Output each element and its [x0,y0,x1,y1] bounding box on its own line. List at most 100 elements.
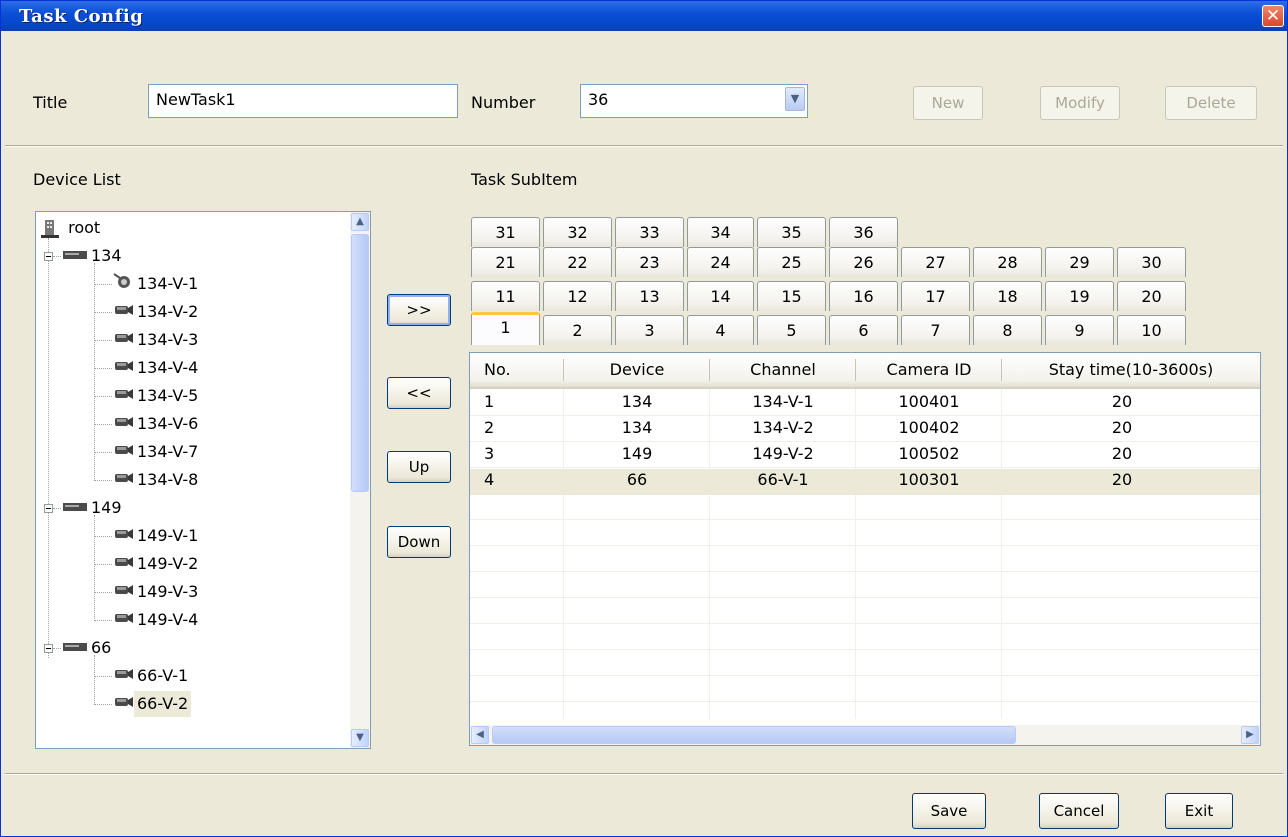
dropdown-arrow-icon[interactable]: ▼ [785,87,805,111]
tab-7[interactable]: 7 [901,315,970,345]
tab-4[interactable]: 4 [687,315,754,345]
tab-34[interactable]: 34 [687,217,754,247]
tree-channel-node[interactable]: 134-V-2 [112,299,201,325]
table-row[interactable]: 1 134 134-V-1 100401 20 [470,391,1260,417]
collapse-toggle-icon[interactable] [44,252,53,261]
table-cell: 134 [621,392,653,411]
tree-channel-node[interactable]: 134-V-5 [112,383,201,409]
tab-29[interactable]: 29 [1045,247,1114,277]
tree-channel-node[interactable]: 134-V-1 [112,271,201,297]
column-header[interactable]: Camera ID [856,353,1002,387]
tab-19[interactable]: 19 [1045,281,1114,311]
tab-27[interactable]: 27 [901,247,970,277]
cancel-button[interactable]: Cancel [1039,793,1119,829]
close-button[interactable]: ✕ [1262,5,1284,27]
column-header[interactable]: Stay time(10-3600s) [1002,353,1260,387]
tab-1[interactable]: 1 [471,312,540,345]
tree-root[interactable]: root [40,215,103,241]
tab-24[interactable]: 24 [687,247,754,277]
down-button[interactable]: Down [387,526,451,558]
column-header[interactable]: Device [564,353,710,387]
tab-18[interactable]: 18 [973,281,1042,311]
device-tree[interactable]: root 134 134-V-1 134-V-2 134-V-3 134-V-4 134-… [35,211,371,749]
column-divider[interactable] [1001,359,1002,381]
tree-channel-node[interactable]: 149-V-2 [112,551,201,577]
tab-3[interactable]: 3 [615,315,684,345]
tab-33[interactable]: 33 [615,217,684,247]
tab-8[interactable]: 8 [973,315,1042,345]
scroll-thumb[interactable] [351,234,369,492]
add-button[interactable]: >> [387,294,451,326]
tab-9[interactable]: 9 [1045,315,1114,345]
column-divider[interactable] [709,359,710,381]
tab-26[interactable]: 26 [829,247,898,277]
save-button[interactable]: Save [912,793,986,829]
column-divider[interactable] [563,359,564,381]
tree-channel-node[interactable]: 66-V-1 [112,663,191,689]
tab-32[interactable]: 32 [543,217,612,247]
tree-connector [94,284,112,285]
collapse-toggle-icon[interactable] [44,504,53,513]
tree-device-node[interactable]: 66 [62,635,114,661]
table-horizontal-scrollbar[interactable]: ◀ ▶ [470,725,1260,745]
table-cell: 20 [1111,418,1133,437]
tab-2[interactable]: 2 [543,315,612,345]
up-button[interactable]: Up [387,451,451,483]
scroll-up-icon[interactable]: ▲ [351,213,369,231]
title-input[interactable]: NewTask1 [148,84,458,118]
table-row[interactable]: 3 149 149-V-2 100502 20 [470,443,1260,469]
tree-channel-node[interactable]: 134-V-7 [112,439,201,465]
tree-channel-node[interactable]: 134-V-4 [112,355,201,381]
number-select[interactable]: 36 ▼ [580,84,808,118]
tab-25[interactable]: 25 [757,247,826,277]
tree-device-label: 66 [91,638,112,657]
tree-vertical-scrollbar[interactable]: ▲ ▼ [350,212,370,748]
dvr-icon [62,636,88,662]
tab-21[interactable]: 21 [471,247,540,277]
table-row[interactable]: 2 134 134-V-2 100402 20 [470,417,1260,443]
tab-5[interactable]: 5 [757,315,826,345]
tab-31[interactable]: 31 [471,217,540,247]
task-subitem-label: Task SubItem [471,170,578,189]
remove-button[interactable]: << [387,377,451,409]
scroll-down-icon[interactable]: ▼ [351,729,369,747]
tree-channel-node[interactable]: 149-V-1 [112,523,201,549]
tab-15[interactable]: 15 [757,281,826,311]
delete-button[interactable]: Delete [1165,86,1257,120]
tab-36[interactable]: 36 [829,217,898,247]
column-divider[interactable] [855,359,856,381]
table-row[interactable]: 4 66 66-V-1 100301 20 [470,469,1260,495]
tab-20[interactable]: 20 [1117,281,1186,311]
task-subitem-table[interactable]: No. Device Channel Camera ID Stay time(10-36… [469,352,1261,746]
column-header[interactable]: Channel [710,353,856,387]
tab-23[interactable]: 23 [615,247,684,277]
tab-14[interactable]: 14 [687,281,754,311]
tab-17[interactable]: 17 [901,281,970,311]
tree-channel-node[interactable]: 134-V-8 [112,467,201,493]
tab-30[interactable]: 30 [1117,247,1186,277]
tab-28[interactable]: 28 [973,247,1042,277]
tree-channel-node[interactable]: 149-V-4 [112,607,201,633]
tab-22[interactable]: 22 [543,247,612,277]
tree-channel-node[interactable]: 134-V-3 [112,327,201,353]
new-button[interactable]: New [913,86,983,120]
tree-channel-node[interactable]: 66-V-2 [112,691,192,717]
column-header[interactable]: No. [470,353,564,387]
tab-13[interactable]: 13 [615,281,684,311]
modify-button[interactable]: Modify [1040,86,1120,120]
tab-6[interactable]: 6 [829,315,898,345]
dvr-icon [62,244,88,270]
h-scroll-thumb[interactable] [492,726,1016,744]
scroll-right-icon[interactable]: ▶ [1241,726,1259,744]
exit-button[interactable]: Exit [1165,793,1233,829]
tree-channel-node[interactable]: 149-V-3 [112,579,201,605]
tab-12[interactable]: 12 [543,281,612,311]
tab-16[interactable]: 16 [829,281,898,311]
scroll-left-icon[interactable]: ◀ [471,726,489,744]
collapse-toggle-icon[interactable] [44,644,53,653]
tree-channel-node[interactable]: 134-V-6 [112,411,201,437]
tab-11[interactable]: 11 [471,281,540,311]
tab-35[interactable]: 35 [757,217,826,247]
title-bar[interactable]: Task Config ✕ [1,1,1287,31]
tab-10[interactable]: 10 [1117,315,1186,345]
